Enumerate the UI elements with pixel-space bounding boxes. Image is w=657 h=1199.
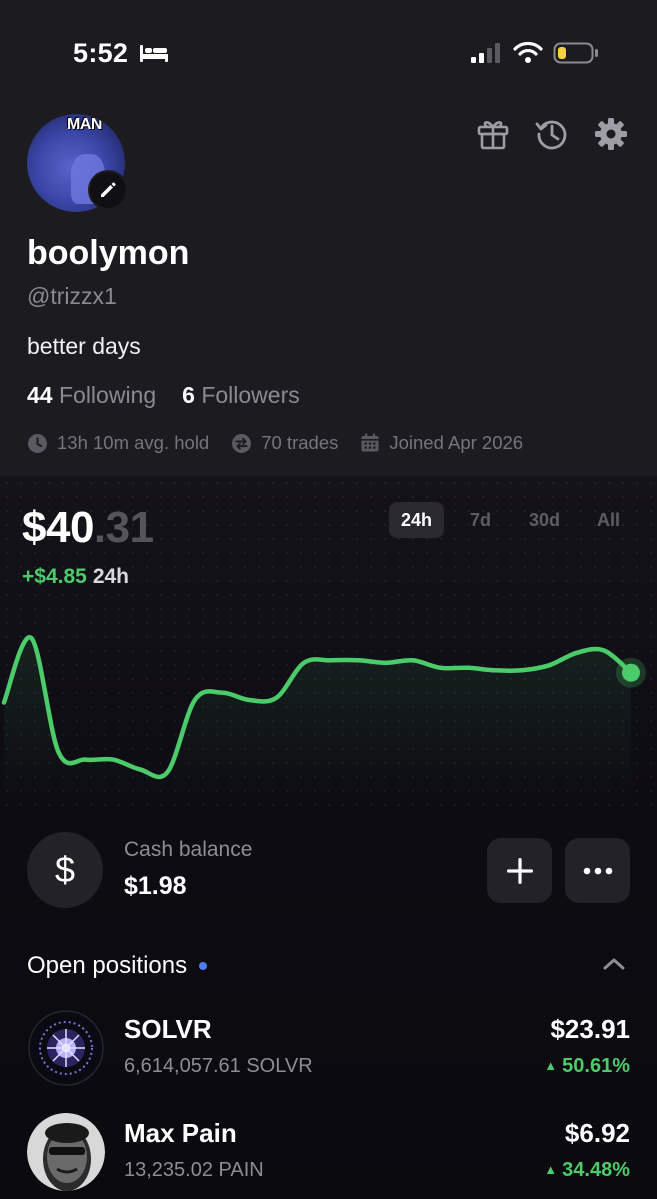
wifi-icon: [513, 41, 543, 63]
add-cash-button[interactable]: [487, 838, 552, 903]
position-change: ▲ 50.61%: [544, 1055, 630, 1078]
trades-text: 70 trades: [261, 432, 339, 453]
chart-point: [56, 749, 62, 755]
position-row[interactable]: SOLVR 6,614,057.61 SOLVR $23.91 ▲ 50.61%: [0, 1009, 657, 1089]
ellipsis-icon: [583, 867, 612, 874]
dollar-icon: $: [27, 832, 103, 908]
swap-icon: [232, 433, 252, 453]
history-icon[interactable]: [534, 116, 570, 152]
range-selector: 24h 7d 30d All: [389, 502, 645, 538]
plus-icon: [506, 857, 533, 884]
portfolio-value-main: $40: [22, 503, 94, 552]
unread-dot: [199, 962, 208, 970]
pencil-icon: [101, 182, 116, 197]
joined-text: Joined Apr 2026: [389, 432, 524, 453]
chart-point: [192, 697, 198, 703]
clock-icon: [28, 433, 47, 453]
gift-icon[interactable]: [475, 116, 511, 152]
open-positions-title: Open positions: [27, 952, 188, 979]
sleep-focus-icon: [140, 45, 168, 62]
battery-icon: [553, 42, 598, 64]
position-change-value: 34.48%: [562, 1159, 630, 1181]
follow-stats: 44 Following 6 Followers: [27, 382, 300, 409]
portfolio-change-period: 24h: [92, 565, 130, 588]
position-row[interactable]: Max Pain 13,235.02 PAIN $6.92 ▲ 34.48%: [0, 1113, 657, 1193]
position-name: Max Pain: [124, 1118, 237, 1148]
settings-gear-icon[interactable]: [593, 116, 629, 152]
chart-point: [601, 647, 607, 653]
chart-point: [573, 650, 579, 656]
cell-signal-icon: [471, 43, 500, 63]
chart-point: [274, 695, 280, 701]
dollar-symbol: $: [54, 849, 76, 890]
portfolio-value: $40.31: [22, 503, 154, 553]
chart-point: [410, 657, 416, 663]
chart-point: [355, 657, 361, 663]
up-arrow-icon: ▲: [544, 1162, 558, 1177]
cash-balance-value: $1.98: [124, 872, 187, 900]
chart-point: [437, 665, 443, 671]
status-time: 5:52: [73, 38, 129, 68]
edit-avatar-button[interactable]: [88, 170, 128, 210]
chart-point: [301, 660, 307, 666]
chart-point: [328, 657, 334, 663]
chart-point: [110, 757, 116, 763]
followers-link[interactable]: 6 Followers: [182, 382, 300, 408]
solvr-token-icon: [27, 1009, 105, 1087]
max-pain-token-icon: [27, 1113, 105, 1191]
chart-point: [246, 697, 252, 703]
chart-point: [83, 757, 89, 763]
profile-meta: 13h 10m avg. hold 70 trades Joined Apr 2…: [27, 432, 545, 454]
profile-bio: better days: [27, 333, 141, 359]
open-positions-header[interactable]: Open positions: [27, 952, 208, 980]
position-name: SOLVR: [124, 1014, 212, 1044]
profile-handle: @trizzx1: [27, 283, 117, 309]
profile-name: boolymon: [27, 234, 190, 272]
chart-point: [1, 700, 7, 706]
avatar-caption: MAN: [67, 116, 102, 133]
calendar-icon: [361, 433, 379, 452]
portfolio-value-cents: .31: [93, 503, 154, 552]
chart-endpoint-marker: [622, 663, 640, 682]
chart-point: [219, 690, 225, 696]
portfolio-change: +$4.85 24h: [22, 565, 129, 589]
range-tab-all[interactable]: All: [581, 502, 636, 538]
range-tab-7d[interactable]: 7d: [453, 502, 508, 538]
position-quantity: 6,614,057.61 SOLVR: [124, 1055, 313, 1077]
following-count: 44: [27, 382, 53, 408]
chart-point: [492, 667, 498, 673]
range-tab-24h[interactable]: 24h: [389, 502, 444, 538]
portfolio-chart[interactable]: [0, 610, 657, 800]
position-value: $6.92: [564, 1118, 630, 1148]
chart-point: [28, 635, 34, 641]
position-quantity: 13,235.02 PAIN: [124, 1159, 264, 1181]
chart-point: [137, 767, 143, 773]
up-arrow-icon: ▲: [544, 1058, 558, 1073]
avg-hold-text: 13h 10m avg. hold: [57, 432, 210, 453]
more-options-button[interactable]: [565, 838, 630, 903]
following-link[interactable]: 44 Following: [27, 382, 156, 408]
chevron-up-icon[interactable]: [601, 954, 627, 974]
followers-label: Followers: [201, 382, 300, 408]
chart-point: [546, 662, 552, 668]
position-change: ▲ 34.48%: [544, 1159, 630, 1182]
chart-point: [464, 665, 470, 671]
position-change-value: 50.61%: [562, 1055, 630, 1077]
chart-point: [165, 769, 171, 775]
followers-count: 6: [182, 382, 195, 408]
chart-point: [383, 660, 389, 666]
portfolio-change-amount: +$4.85: [22, 565, 87, 588]
position-value: $23.91: [550, 1014, 630, 1044]
range-tab-30d[interactable]: 30d: [517, 502, 572, 538]
cash-balance-label: Cash balance: [124, 838, 253, 861]
following-label: Following: [58, 382, 157, 408]
chart-point: [519, 667, 525, 673]
